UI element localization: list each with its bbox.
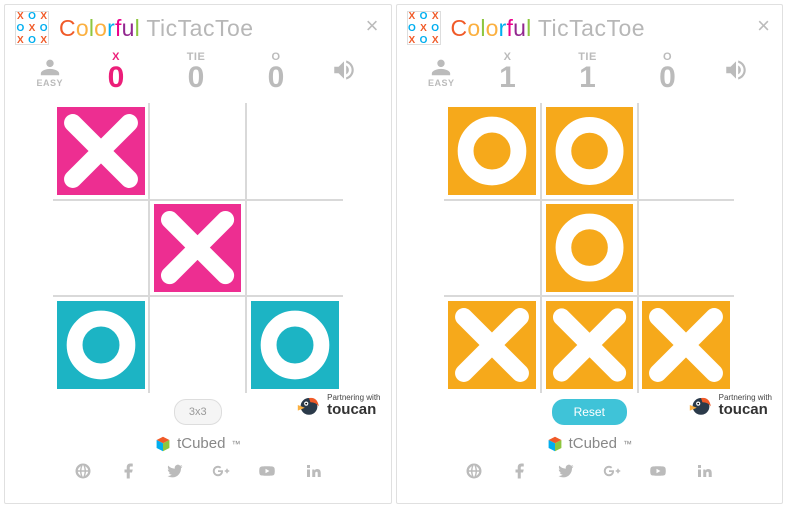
board-cell[interactable] [541,296,638,393]
board-cell[interactable] [638,200,735,297]
facebook-icon[interactable] [120,462,138,485]
score-bar: EASY X0 TIE0 O0 [5,47,391,99]
score-x: X0 [89,51,143,93]
board-cell[interactable] [53,200,150,297]
mark-x [154,204,241,291]
header: XOXOXOXOX Colorful TicTacToe [397,5,783,47]
board-cell[interactable] [53,103,150,200]
mark-x [546,301,633,389]
score-bar: EASY X1 TIE1 O0 [397,47,783,99]
linkedin-icon[interactable] [304,462,322,485]
mark-x [642,301,730,389]
reset-button[interactable]: Reset [552,399,627,425]
brand-label[interactable]: tCubed™ [155,435,240,452]
board-cell[interactable] [541,200,638,297]
board-cell[interactable] [149,103,246,200]
social-row [74,462,322,485]
speaker-icon[interactable] [721,57,751,88]
twitter-icon[interactable] [166,462,184,485]
score-x: X1 [481,51,535,93]
linkedin-icon[interactable] [695,462,713,485]
board-size-button[interactable]: 3x3 [174,399,222,425]
game-board [53,103,343,393]
twitter-icon[interactable] [557,462,575,485]
brand-label[interactable]: tCubed™ [547,435,632,452]
app-logo[interactable]: XOXOXOXOX [15,11,49,45]
youtube-icon[interactable] [649,462,667,485]
score-o: O0 [249,51,303,93]
mark-o [546,107,633,195]
score-tie: TIE0 [169,51,223,93]
mark-x [448,301,536,389]
mark-o [448,107,536,195]
board-cell[interactable] [541,103,638,200]
board-cell[interactable] [246,103,343,200]
mark-o [546,204,633,291]
app-title: Colorful TicTacToe [59,15,254,42]
app-title: Colorful TicTacToe [451,15,646,42]
header: XOXOXOXOX Colorful TicTacToe [5,5,391,47]
board-cell[interactable] [246,296,343,393]
youtube-icon[interactable] [258,462,276,485]
board-cell[interactable] [638,103,735,200]
score-tie: TIE1 [561,51,615,93]
facebook-icon[interactable] [511,462,529,485]
googleplus-icon[interactable] [603,462,621,485]
mark-o [57,301,145,389]
board-cell[interactable] [444,200,541,297]
app-logo[interactable]: XOXOXOXOX [407,11,441,45]
game-panel: XOXOXOXOX Colorful TicTacToe × EASY X0 TIE0 O0… [4,4,392,504]
partner-badge[interactable]: Partnering withtoucan [295,391,380,419]
difficulty-button[interactable]: EASY [36,56,63,88]
board-cell[interactable] [444,296,541,393]
mark-o [251,301,339,389]
partner-badge[interactable]: Partnering withtoucan [687,391,772,419]
board-cell[interactable] [246,200,343,297]
score-o: O0 [641,51,695,93]
globe-icon[interactable] [74,462,92,485]
speaker-icon[interactable] [329,57,359,88]
difficulty-button[interactable]: EASY [428,56,455,88]
board-cell[interactable] [638,296,735,393]
mark-x [57,107,145,195]
globe-icon[interactable] [465,462,483,485]
board-cell[interactable] [149,200,246,297]
googleplus-icon[interactable] [212,462,230,485]
close-icon[interactable]: × [366,13,379,39]
close-icon[interactable]: × [757,13,770,39]
board-cell[interactable] [444,103,541,200]
board-cell[interactable] [53,296,150,393]
board-cell[interactable] [149,296,246,393]
game-board [444,103,734,393]
game-panel: XOXOXOXOX Colorful TicTacToe × EASY X1 TIE1 O0… [396,4,784,504]
social-row [465,462,713,485]
